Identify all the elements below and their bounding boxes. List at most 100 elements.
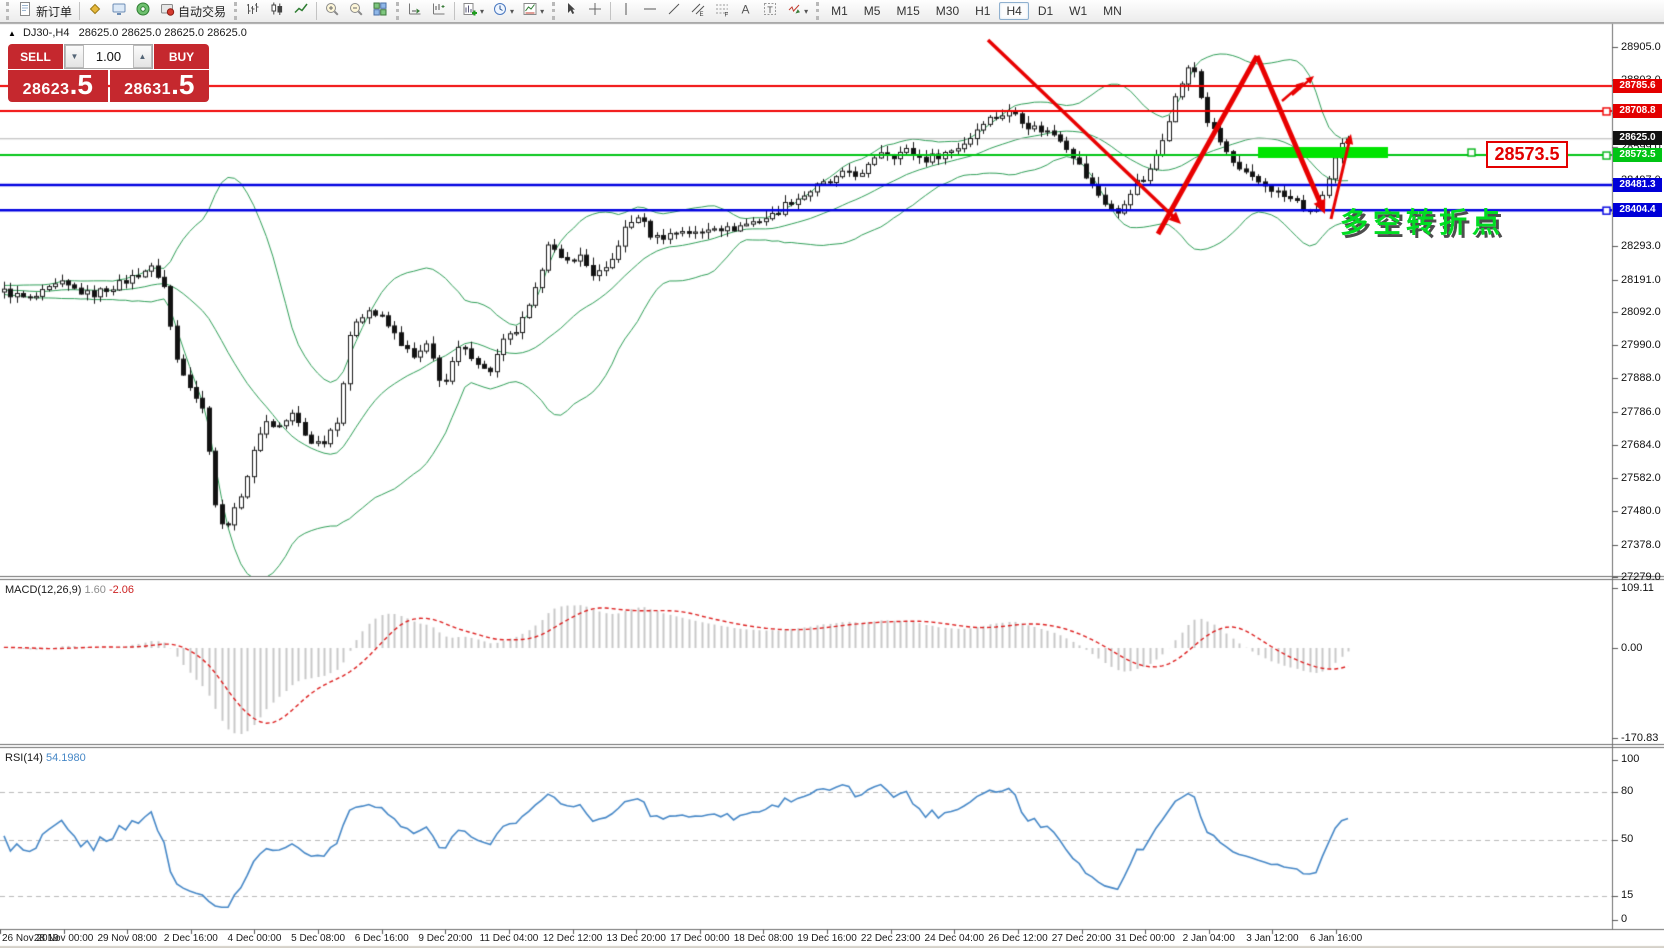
fibonacci-button[interactable]: F [711,0,733,22]
chart-shift-icon [431,1,447,22]
new-order-label: 新订单 [36,3,72,20]
signal-broadcast-button[interactable] [132,0,154,22]
rsi-axis-tick: 15 [1621,889,1633,901]
date-axis-label: 12 Dec 12:00 [543,933,603,944]
price-axis-tick: 28092.0 [1621,306,1661,318]
volume-stepper: ▼ 1.00 ▲ [64,44,153,69]
ohlc-values: 28625.0 28625.0 28625.0 28625.0 [79,27,247,39]
period-clock-button[interactable]: ▾ [489,0,517,22]
date-axis-label: 2 Dec 16:00 [164,933,218,944]
line-chart-mode-button[interactable] [290,0,312,22]
metatrader-window: 新订单 自动交易 ▾ ▾ ▾ EFAT ▾ M1M5M15M30H1H4D1W1MN ▲ DJ… [0,0,1664,948]
vertical-line-button[interactable] [615,0,637,22]
volume-decrease-button[interactable]: ▼ [65,45,84,68]
price-axis-tick: 28905.0 [1621,41,1661,53]
timeframe-button-h1[interactable]: H1 [968,2,997,20]
equidistant-channel-button[interactable]: E [687,0,709,22]
new-order-icon [17,1,33,22]
price-flag-label[interactable]: 28573.5 [1486,141,1568,168]
buy-price[interactable]: 28631.5 [110,70,210,102]
timeframe-button-m5[interactable]: M5 [857,2,888,20]
svg-text:T: T [767,4,773,14]
one-click-trading-panel: SELL ▼ 1.00 ▲ BUY 28623.5 28631.5 [8,44,209,102]
symbol-marker-icon: ▲ [8,29,16,38]
macd-axis-tick: -170.83 [1621,732,1658,744]
timeframe-button-d1[interactable]: D1 [1031,2,1060,20]
sell-price[interactable]: 28623.5 [8,70,108,102]
crosshair-button[interactable] [584,0,606,22]
horizontal-line-button[interactable] [639,0,661,22]
date-axis-label: 5 Dec 08:00 [291,933,345,944]
timeframe-button-m1[interactable]: M1 [824,2,855,20]
date-axis-label: 13 Dec 20:00 [606,933,666,944]
date-axis-label: 2 Jan 04:00 [1183,933,1235,944]
fibonacci-icon: F [714,1,730,22]
new-chart-button[interactable]: ▾ [459,0,487,22]
zoom-in-icon [324,1,340,22]
gold-diamond-icon [87,1,103,22]
text-button[interactable]: A [735,0,757,22]
rsi-axis-tick: 80 [1621,785,1633,797]
tile-windows-button[interactable] [369,0,391,22]
zoom-out-icon [348,1,364,22]
toolbar-grip [234,2,237,20]
macd-axis-tick: 0.00 [1621,642,1642,654]
price-level-badge: 28404.4 [1613,203,1662,217]
sell-button[interactable]: SELL [8,44,63,69]
cursor-button[interactable] [560,0,582,22]
price-axis-tick: 27990.0 [1621,339,1661,351]
date-axis-label: 29 Nov 08:00 [97,933,157,944]
date-axis-label: 27 Dec 20:00 [1052,933,1112,944]
price-level-badge: 28573.5 [1613,148,1662,162]
price-axis-tick: 28191.0 [1621,274,1661,286]
timeframe-button-w1[interactable]: W1 [1062,2,1094,20]
tile-windows-icon [372,1,388,22]
auto-scroll-button[interactable] [404,0,426,22]
volume-value[interactable]: 1.00 [84,45,133,68]
price-level-badge: 28785.6 [1613,79,1662,93]
autotrading-icon [159,1,175,22]
toolbar-grip [396,2,399,20]
rsi-axis-tick: 50 [1621,833,1633,845]
turning-point-annotation[interactable]: 多空转折点 [1340,201,1505,241]
vertical-line-icon [618,1,634,22]
timeframe-button-m15[interactable]: M15 [889,2,926,20]
horizontal-line-icon [642,1,658,22]
chart-canvas[interactable] [0,0,1664,948]
date-axis-label: 31 Dec 00:00 [1115,933,1175,944]
macd-main-value: 1.60 [84,584,105,596]
trendline-button[interactable] [663,0,685,22]
line-chart-mode-icon [293,1,309,22]
text-label-button[interactable]: T [759,0,781,22]
toolbar-grip [552,2,555,20]
symbol-period-label: DJ30-,H4 [23,27,69,39]
gold-diamond-button[interactable] [84,0,106,22]
dropdown-arrow-icon: ▾ [510,7,514,16]
template-button[interactable]: ▾ [519,0,547,22]
price-axis-tick: 27786.0 [1621,406,1661,418]
data-window-button[interactable] [108,0,130,22]
price-level-badge: 28625.0 [1613,131,1662,145]
new-order-button[interactable]: 新订单 [14,0,75,22]
trendline-icon [666,1,682,22]
timeframe-button-m30[interactable]: M30 [929,2,966,20]
text-label-icon: T [762,1,778,22]
bar-chart-mode-button[interactable] [242,0,264,22]
toolbar-separator [610,2,611,20]
date-axis-label: 19 Dec 16:00 [797,933,857,944]
volume-increase-button[interactable]: ▲ [133,45,152,68]
arrows-button[interactable]: ▾ [783,0,811,22]
timeframe-button-mn[interactable]: MN [1096,2,1129,20]
data-window-icon [111,1,127,22]
date-axis-label: 9 Dec 20:00 [418,933,472,944]
zoom-in-button[interactable] [321,0,343,22]
toolbar-grip [6,2,9,20]
autotrading-button[interactable]: 自动交易 [156,0,229,22]
dropdown-arrow-icon: ▾ [804,7,808,16]
signal-broadcast-icon [135,1,151,22]
buy-button[interactable]: BUY [154,44,209,69]
timeframe-button-h4[interactable]: H4 [999,2,1028,20]
candlestick-mode-button[interactable] [266,0,288,22]
zoom-out-button[interactable] [345,0,367,22]
chart-shift-button[interactable] [428,0,450,22]
